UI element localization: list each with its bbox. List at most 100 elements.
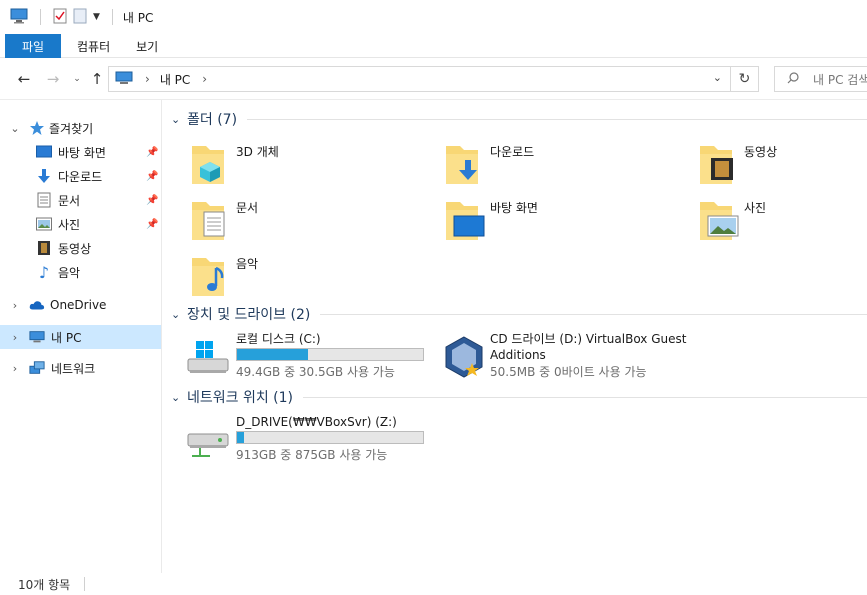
pin-icon[interactable]: 📌 [146,195,158,206]
chevron-right-icon[interactable]: › [9,299,21,312]
star-icon [29,120,45,136]
drive-usage-fill [237,432,245,443]
sidebar-item-documents[interactable]: 문서 📌 [0,188,161,212]
drive-free-space: 913GB 중 875GB 사용 가능 [236,448,388,462]
desktop-folder-icon [446,202,485,240]
sidebar-item-music[interactable]: ♪ 음악 [0,260,161,284]
forward-arrow-icon[interactable]: → [42,68,64,90]
sidebar-item-downloads[interactable]: 다운로드 📌 [0,164,161,188]
tab-view[interactable]: 보기 [126,34,168,58]
downloads-folder-icon [446,146,478,184]
local-disk-icon [187,341,229,373]
folder-label: 바탕 화면 [490,201,538,215]
chevron-down-icon[interactable]: ⌄ [713,71,722,84]
address-bar[interactable]: › 내 PC › ⌄ [108,66,731,92]
pictures-folder-icon [700,202,739,240]
sidebar-item-desktop[interactable]: 바탕 화면 📌 [0,140,161,164]
this-pc-icon [115,71,133,88]
sidebar-item-network[interactable]: › 네트워크 [0,356,161,380]
toolbar-divider [40,9,41,25]
network-icon [29,360,45,376]
sidebar-item-pictures[interactable]: 사진 📌 [0,212,161,236]
breadcrumb-separator[interactable]: › [145,72,150,86]
folder-label: 3D 개체 [236,145,279,159]
tab-computer[interactable]: 컴퓨터 [61,34,126,58]
up-arrow-icon[interactable]: ↑ [86,68,108,90]
chevron-down-icon[interactable]: ⌄ [9,122,21,135]
drive-item-z[interactable]: D_DRIVE(₩₩VBoxSvr) (Z:) 913GB 중 875GB 사용… [186,414,436,464]
sidebar-item-videos[interactable]: 동영상 [0,236,161,260]
folder-label: 음악 [236,257,259,271]
folder-item[interactable]: 사진 [698,196,867,246]
chevron-down-icon[interactable]: ⌄ [171,113,185,126]
breadcrumb[interactable]: 내 PC [160,71,190,88]
toolbar-divider [111,9,113,25]
folder-item[interactable]: 음악 [190,252,420,302]
pin-icon[interactable]: 📌 [146,147,158,158]
title-bar: ▼ 내 PC [0,0,867,34]
window-title: 내 PC [122,10,154,25]
properties-icon[interactable] [53,8,67,27]
group-title: 폴더 (7) [187,112,238,128]
sidebar-item-label: 음악 [58,265,81,280]
desktop-icon [36,144,52,160]
drive-item-c[interactable]: 로컬 디스크 (C:) 49.4GB 중 30.5GB 사용 가능 [186,331,436,381]
group-header-devices[interactable]: ⌄ 장치 및 드라이브 (2) [171,304,867,324]
search-icon [787,71,799,87]
folder-item[interactable]: 문서 [190,196,420,246]
sidebar-item-onedrive[interactable]: › OneDrive [0,293,161,317]
quick-access-toolbar: ▼ [10,8,119,27]
folder-label: 다운로드 [490,145,535,159]
breadcrumb-separator[interactable]: › [202,72,207,86]
folder-label: 동영상 [744,145,778,159]
navigation-bar: ← → ⌄ ↑ › 내 PC › ⌄ ↻ 내 PC 검색 [0,58,867,100]
drive-name: D_DRIVE(₩₩VBoxSvr) (Z:) [236,415,397,429]
chevron-right-icon[interactable]: › [9,331,21,344]
pin-icon[interactable]: 📌 [146,219,158,230]
group-divider [247,118,867,120]
sidebar-item-label: OneDrive [50,298,107,312]
drive-free-space: 50.5MB 중 0바이트 사용 가능 [490,365,647,379]
drive-item-d[interactable]: CD 드라이브 (D:) VirtualBox Guest Additions … [440,331,690,381]
computer-icon[interactable] [10,8,28,27]
sidebar-item-label: 문서 [58,193,81,208]
drive-name: CD 드라이브 (D:) VirtualBox Guest Additions [490,332,687,362]
sidebar-item-label: 즐겨찾기 [49,121,94,136]
refresh-icon[interactable]: ↻ [731,66,759,92]
folder-item[interactable]: 3D 개체 [190,140,420,190]
videos-icon [36,240,52,256]
ribbon-tabs: 파일 컴퓨터 보기 [0,34,867,58]
group-title: 네트워크 위치 (1) [187,390,294,406]
sidebar-item-label: 다운로드 [58,169,103,184]
this-pc-icon [29,329,45,345]
tab-file[interactable]: 파일 [5,34,61,58]
virtualbox-cd-icon [445,336,483,378]
download-icon [36,168,52,184]
folder-item[interactable]: 동영상 [698,140,867,190]
3d-objects-folder-icon [192,146,224,184]
group-header-network[interactable]: ⌄ 네트워크 위치 (1) [171,387,867,407]
chevron-right-icon[interactable]: › [9,362,21,375]
folder-label: 문서 [236,201,259,215]
customize-dropdown-icon[interactable]: ▼ [93,12,100,22]
new-folder-icon[interactable] [73,8,87,27]
sidebar-item-quick-access[interactable]: ⌄ 즐겨찾기 [0,116,161,140]
folder-item[interactable]: 다운로드 [444,140,674,190]
recent-locations-icon[interactable]: ⌄ [66,68,88,90]
content-pane: ⌄ 폴더 (7) 3D 개체 다운로드 동영상 문서 바탕 화면 사진 음악 ⌄… [163,100,867,573]
folder-item[interactable]: 바탕 화면 [444,196,674,246]
group-title: 장치 및 드라이브 (2) [187,307,311,323]
sidebar-item-label: 사진 [58,217,81,232]
chevron-down-icon[interactable]: ⌄ [171,308,185,321]
item-count: 10개 항목 [18,577,71,592]
pin-icon[interactable]: 📌 [146,171,158,182]
group-header-folders[interactable]: ⌄ 폴더 (7) [171,109,867,129]
pictures-icon [36,216,52,232]
chevron-down-icon[interactable]: ⌄ [171,391,185,404]
group-divider [320,313,867,315]
back-arrow-icon[interactable]: ← [13,68,35,90]
documents-icon [36,192,52,208]
drive-free-space: 49.4GB 중 30.5GB 사용 가능 [236,365,395,379]
sidebar-item-this-pc[interactable]: › 내 PC [0,325,161,349]
search-input[interactable]: 내 PC 검색 [774,66,867,92]
